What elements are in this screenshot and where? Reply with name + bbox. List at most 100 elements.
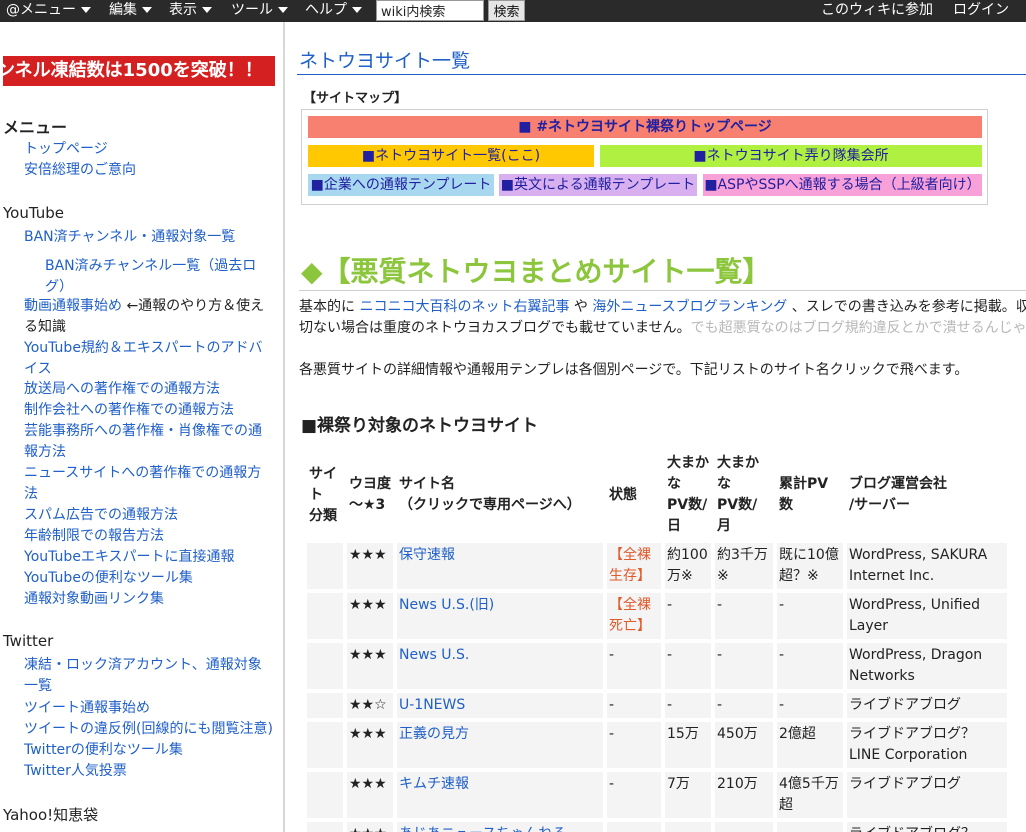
target-sites-heading: ■裸祭り対象のネトウヨサイト	[301, 416, 539, 436]
cell-site-name-link[interactable]: 保守速報	[397, 543, 603, 589]
sidebar-item-tweet-report[interactable]: ツイート通報事始め	[24, 698, 150, 719]
site-table: サイト分類 ウヨ度 ～★3 サイト名 （クリックで専用ページへ） 状態 大まかな PV…	[303, 447, 1011, 832]
sidebar-item-expert[interactable]: YouTubeエキスパートに直接通報	[24, 547, 235, 568]
sidebar-item-ban-past[interactable]: BAN済みチャンネル一覧（過去ロ グ）	[45, 256, 256, 298]
sidebar-heading-twitter: Twitter	[3, 632, 54, 650]
cell-month-pv: 約3千万 ※	[715, 543, 773, 589]
sidebar-item-tweet-violations[interactable]: ツイートの違反例(回線的にも閲覧注意)	[24, 719, 273, 740]
cell-day-pv: 7万	[665, 772, 711, 818]
sitemap-top-link[interactable]: ■ #ネトウヨサイト裸祭りトップページ	[308, 116, 982, 138]
sidebar-item-twitter-tools[interactable]: Twitterの便利なツール集	[24, 740, 183, 761]
cell-status: -	[607, 772, 661, 818]
cell-uyo-degree: ★★★	[347, 772, 393, 818]
cell-total-pv: 2億超	[777, 722, 843, 768]
cell-total-pv: -	[777, 593, 843, 639]
cell-status: -	[607, 693, 661, 718]
cell-company: ライブドアブログ？	[847, 822, 1007, 832]
sidebar-item-ban-list[interactable]: BAN済チャンネル・通報対象一覧	[24, 227, 235, 248]
cell-month-pv: -	[715, 593, 773, 639]
cell-day-pv: -	[665, 593, 711, 639]
login-link[interactable]: ログイン	[953, 0, 1009, 22]
sitemap-squad-link[interactable]: ■ネトウヨサイト弄り隊集会所	[600, 145, 982, 167]
intro-paragraph-line2: 切ない場合は重度のネトウヨカスブログでも載せていません。でも超悪質なのはブログ規…	[299, 320, 1026, 336]
cell-site-name-link[interactable]: News U.S.(旧)	[397, 593, 603, 639]
sidebar-item-age-limit[interactable]: 年齢制限での報告方法	[24, 526, 164, 547]
table-row: ★★★ キムチ速報 -7万 210万 4億5千万超ライブドアブログ	[307, 772, 1007, 818]
cell-site-name-link[interactable]: 正義の見方	[397, 722, 603, 768]
cell-uyo-degree: ★★★	[347, 643, 393, 689]
chevron-down-icon	[352, 7, 362, 13]
edit-dropdown[interactable]: 編集	[109, 0, 152, 22]
sidebar-item-agency[interactable]: 芸能事務所への著作権・肖像権での通 報方法	[24, 421, 262, 463]
join-wiki-link[interactable]: このウィキに参加	[821, 0, 933, 22]
table-row: ★★★あじあニュースちゃんねる----ライブドアブログ？	[307, 822, 1007, 832]
cell-total-pv: -	[777, 643, 843, 689]
cell-day-pv: 15万	[665, 722, 711, 768]
page-title: ネトウヨサイト一覧	[299, 50, 471, 72]
sidebar-item-report-start[interactable]: 動画通報事始め ←通報のやり方＆使え る知識	[24, 296, 264, 338]
cell-total-pv: -	[777, 822, 843, 832]
wiki-search-input[interactable]	[376, 0, 484, 21]
sidebar-heading-yahoo: Yahoo!知恵袋	[3, 806, 99, 824]
menu-label: @メニュー	[6, 2, 76, 18]
sidebar-item-guidelines[interactable]: YouTube規約＆エキスパートのアドバ イス	[24, 338, 263, 380]
sitemap-label: 【サイトマップ】	[303, 91, 408, 106]
table-row: ★★★ News U.S.(旧) 【全裸 死亡】 - - - WordPress, Unifi…	[307, 593, 1007, 639]
table-row: ★★★ 正義の見方 -15万 450万 2億超 ライブドアブログ？ LINE Corpora…	[307, 722, 1007, 768]
cell-total-pv: 4億5千万超	[777, 772, 843, 818]
sidebar-item-youtube-tools[interactable]: YouTubeの便利なツール集	[24, 568, 193, 589]
cell-company: ライブドアブログ	[847, 772, 1007, 818]
cell-site-name-link[interactable]: U-1NEWS	[397, 693, 603, 718]
view-dropdown[interactable]: 表示	[169, 0, 212, 22]
search-button[interactable]: 検索	[488, 0, 525, 21]
cell-uyo-degree: ★★★	[347, 722, 393, 768]
col-site-name: サイト名 （クリックで専用ページへ）	[399, 476, 581, 513]
edit-label: 編集	[109, 2, 137, 18]
tool-dropdown[interactable]: ツール	[231, 0, 288, 22]
col-status: 状態	[609, 486, 637, 503]
sidebar-item-twitter-poll[interactable]: Twitter人気投票	[24, 761, 127, 782]
cell-category	[307, 543, 343, 589]
main-content: ネトウヨサイト一覧 【サイトマップ】 ■ #ネトウヨサイト裸祭りトップページ ■…	[285, 22, 1026, 832]
sidebar-item-abe[interactable]: 安倍総理のご意向	[24, 160, 136, 181]
sidebar-item-broadcaster[interactable]: 放送局への著作権での通報方法	[24, 379, 220, 400]
cell-category	[307, 772, 343, 818]
sidebar-item-top-page[interactable]: トップページ	[24, 139, 108, 160]
overseas-ranking-link[interactable]: 海外ニュースブログランキング	[592, 299, 787, 315]
sidebar: ンネル凍結数は1500を突破！！ メニュー トップページ 安倍総理のご意向 Yo…	[0, 22, 283, 832]
title-divider	[297, 74, 1026, 75]
sitemap-asp-link[interactable]: ■ASPやSSPへ通報する場合（上級者向け）	[703, 174, 982, 196]
sitemap-english-template-link[interactable]: ■英文による通報テンプレート	[499, 174, 697, 196]
cell-site-name-link[interactable]: News U.S.	[397, 643, 603, 689]
section-big-title: ◆【悪質ネトウヨまとめサイト一覧】	[301, 255, 771, 288]
cell-status: -	[607, 822, 661, 832]
cell-day-pv: -	[665, 643, 711, 689]
cell-site-name-link[interactable]: あじあニュースちゃんねる	[397, 822, 603, 832]
help-label: ヘルプ	[305, 2, 347, 18]
cell-category	[307, 643, 343, 689]
sitemap-list-link[interactable]: ■ネトウヨサイト一覧(ここ)	[308, 145, 594, 167]
cell-site-name-link[interactable]: キムチ速報	[397, 772, 603, 818]
cell-total-pv: 既に10億 超？※	[777, 543, 843, 589]
cell-month-pv: -	[715, 822, 773, 832]
col-category: サイト分類	[309, 465, 337, 524]
top-menu-bar: @メニュー 編集 表示 ツール ヘルプ 検索 このウィキに参加 ログイン	[0, 0, 1026, 22]
sidebar-item-video-links[interactable]: 通報対象動画リンク集	[24, 589, 164, 610]
cell-company: ライブドアブログ？ LINE Corporation	[847, 722, 1007, 768]
big-title-divider	[299, 290, 1026, 291]
sidebar-item-news-site[interactable]: ニュースサイトへの著作権での通報方法	[24, 463, 261, 505]
cell-company: WordPress, Unified Layer	[847, 593, 1007, 639]
nicopedia-link[interactable]: ニコニコ大百科のネット右翼記事	[359, 299, 569, 315]
cell-status: -	[607, 722, 661, 768]
menu-dropdown[interactable]: @メニュー	[6, 0, 91, 22]
cell-uyo-degree: ★★★	[347, 593, 393, 639]
sitemap-corp-template-link[interactable]: ■企業への通報テンプレート	[308, 174, 494, 196]
cell-status: 【全裸 死亡】	[607, 593, 661, 639]
help-dropdown[interactable]: ヘルプ	[305, 0, 362, 22]
sidebar-heading-menu: メニュー	[3, 118, 68, 137]
cell-category	[307, 822, 343, 832]
sidebar-item-spam[interactable]: スパム広告での通報方法	[24, 505, 178, 526]
sidebar-item-frozen-accounts[interactable]: 凍結・ロック済アカウント、通報対象 一覧	[24, 655, 262, 697]
sidebar-item-production[interactable]: 制作会社への著作権での通報方法	[24, 400, 234, 421]
chevron-down-icon	[202, 7, 212, 13]
